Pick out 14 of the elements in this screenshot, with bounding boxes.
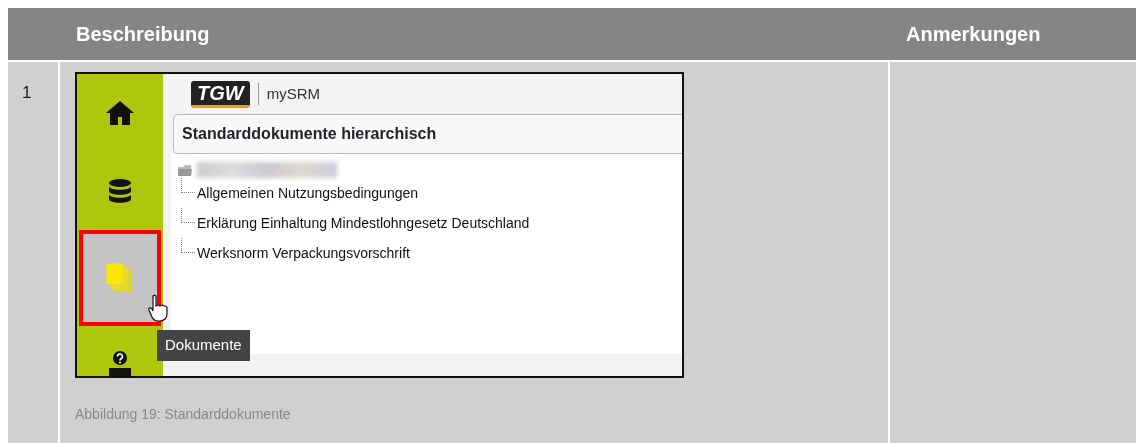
tree-item[interactable]: Werksnorm Verpackungsvorschrift bbox=[177, 238, 682, 268]
logo: TGW bbox=[191, 80, 250, 108]
tree-item[interactable]: Allgemeinen Nutzungsbedingungen bbox=[177, 178, 682, 208]
app-name: mySRM bbox=[257, 82, 320, 106]
database-icon bbox=[108, 178, 132, 204]
figure-caption: Abbildung 19: Standarddokumente bbox=[75, 405, 292, 424]
tooltip: Dokumente bbox=[157, 330, 250, 361]
home-icon bbox=[105, 100, 135, 126]
folder-icon bbox=[177, 163, 193, 177]
column-header: Anmerkungen bbox=[905, 22, 1041, 47]
panel-title: Standarddokumente hierarchisch bbox=[173, 114, 682, 154]
tree-item[interactable]: Erklärung Einhaltung Mindestlohngesetz Deutschland bbox=[177, 208, 682, 238]
row-number: 1 bbox=[22, 83, 32, 102]
column-header: Beschreibung bbox=[75, 22, 211, 47]
